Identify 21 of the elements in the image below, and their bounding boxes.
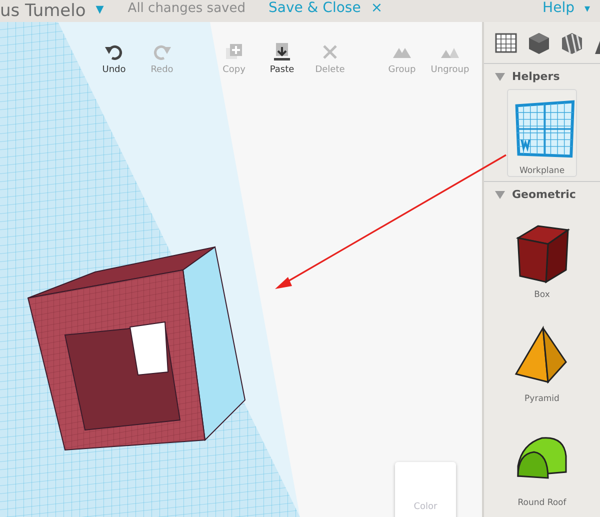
copy-icon [224,42,244,62]
grid-tab[interactable] [494,31,518,55]
paste-button[interactable]: Paste [258,42,306,75]
box-shape-item[interactable]: Box [507,207,577,309]
close-icon[interactable]: × [370,0,383,16]
undo-button[interactable]: Undo [90,42,138,75]
save-close-link[interactable]: Save & Close [268,0,361,16]
section-header[interactable]: Helpers [484,64,600,89]
document-title[interactable]: us Tumelo [0,1,86,21]
caret-icon[interactable]: ▾ [584,2,590,14]
section-header[interactable]: Geometric [484,182,600,207]
help-link[interactable]: Help [542,0,574,16]
pyramid-shape-item[interactable]: Pyramid [507,311,577,413]
striped-tab[interactable] [560,31,584,55]
caret-icon[interactable]: ▾ [96,0,104,18]
cube-tab[interactable] [527,31,551,55]
color-button[interactable]: Color [395,462,456,517]
save-status: All changes saved [128,0,246,16]
paste-icon [272,42,292,62]
workplane-shape-item[interactable]: Workplane [507,89,577,177]
roof-shape-item[interactable]: Round Roof [507,415,577,517]
